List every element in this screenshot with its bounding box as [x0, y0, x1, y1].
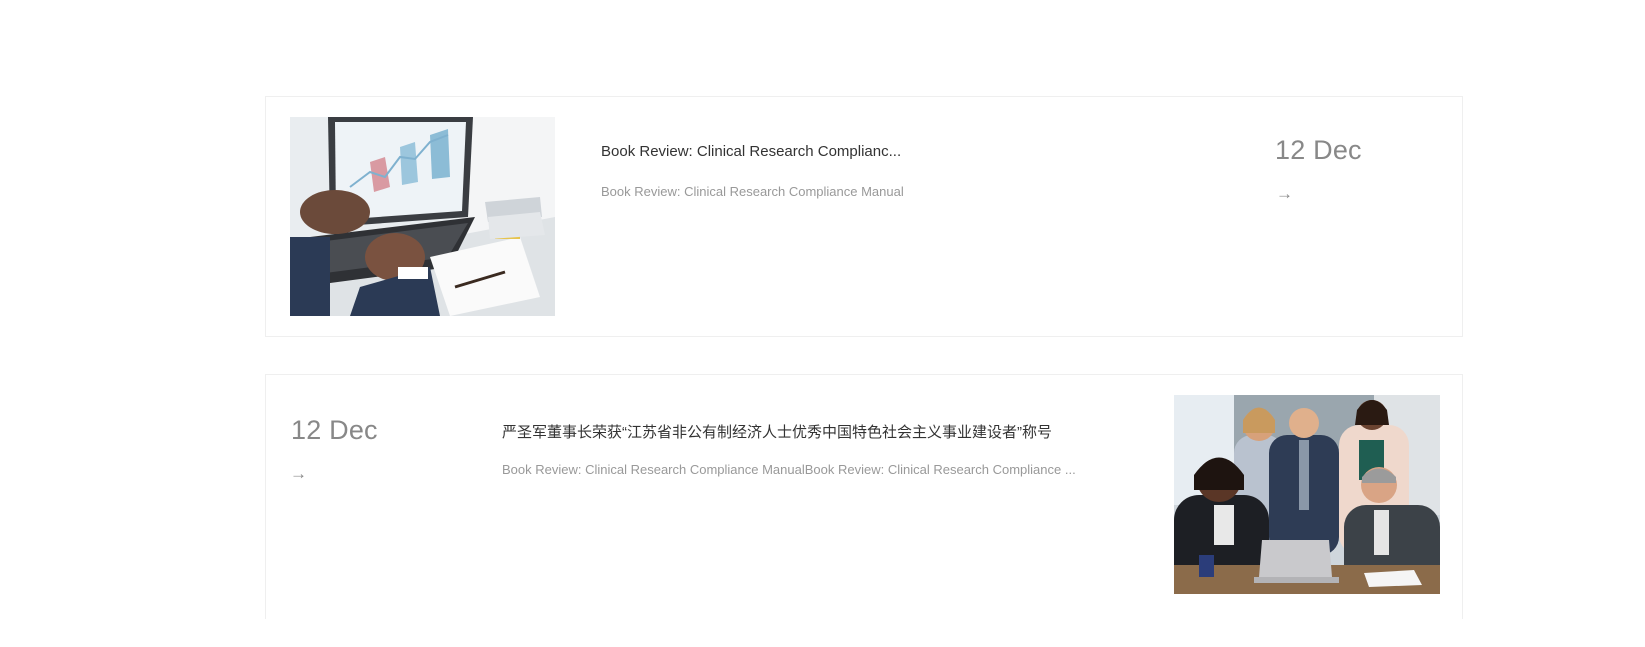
laptop-analytics-image [290, 117, 555, 316]
post-excerpt: Book Review: Clinical Research Complianc… [601, 184, 904, 199]
post-thumbnail[interactable] [1174, 395, 1440, 594]
arrow-right-icon[interactable]: → [290, 465, 307, 482]
post-excerpt: Book Review: Clinical Research Complianc… [502, 462, 1076, 477]
post-date: 12 Dec [1275, 135, 1362, 165]
business-team-image [1174, 395, 1440, 594]
post-title[interactable]: Book Review: Clinical Research Complianc… [601, 143, 1021, 160]
news-card[interactable]: 12 Dec → 严圣军董事长荣获“江苏省非公有制经济人士优秀中国特色社会主义事… [265, 374, 1463, 619]
post-date: 12 Dec [291, 415, 378, 445]
arrow-right-icon[interactable]: → [1276, 185, 1293, 202]
news-card[interactable]: Book Review: Clinical Research Complianc… [265, 96, 1463, 337]
post-title[interactable]: 严圣军董事长荣获“江苏省非公有制经济人士优秀中国特色社会主义事业建设者”称号 [502, 421, 1132, 442]
post-thumbnail[interactable] [290, 117, 555, 316]
